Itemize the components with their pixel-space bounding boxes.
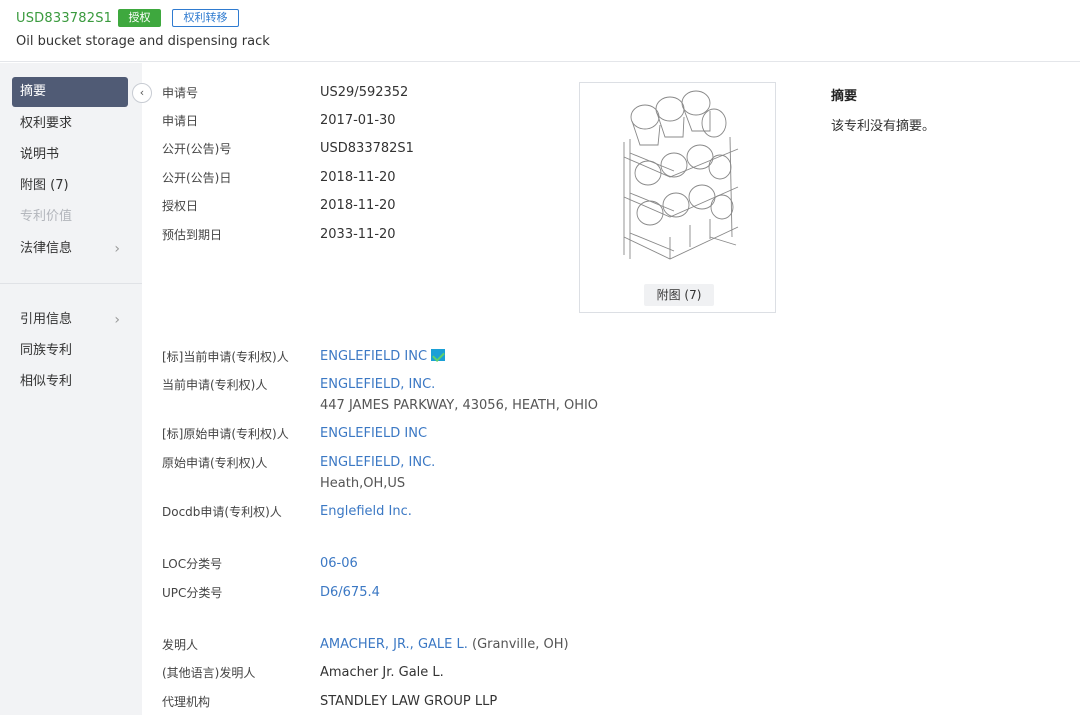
sidebar-item-similar-patents[interactable]: 相似专利 bbox=[12, 367, 128, 397]
other-lang-inventor-label: (其他语言)发明人 bbox=[162, 666, 256, 680]
sidebar-item-patent-value: 专利价值 bbox=[12, 202, 128, 232]
sidebar-nav: 摘要 权利要求 说明书 附图 (7) 专利价值 法律信息 › 引用信息 › 同族专利… bbox=[0, 63, 142, 715]
publication-date-label: 公开(公告)日 bbox=[162, 171, 232, 185]
figure-caption[interactable]: 附图 (7) bbox=[644, 284, 714, 306]
inventor-link[interactable]: AMACHER, JR., GALE L. bbox=[320, 637, 468, 652]
sidebar-item-label: 法律信息 bbox=[20, 241, 73, 256]
patent-header: USD833782S1 授权 权利转移 Oil bucket storage a… bbox=[0, 0, 1080, 62]
original-applicant-link[interactable]: ENGLEFIELD, INC. bbox=[320, 455, 435, 470]
inventor-label: 发明人 bbox=[162, 638, 199, 652]
inventor-row: AMACHER, JR., GALE L. (Granville, OH) bbox=[320, 637, 569, 652]
grant-date-value: 2018-11-20 bbox=[320, 198, 396, 213]
std-current-applicant-link[interactable]: ENGLEFIELD INC bbox=[320, 349, 427, 364]
publication-number-value: USD833782S1 bbox=[320, 141, 414, 156]
current-applicant-address: 447 JAMES PARKWAY, 43056, HEATH, OHIO bbox=[320, 398, 599, 413]
loc-class-label: LOC分类号 bbox=[162, 557, 223, 571]
sidebar-item-legal-info[interactable]: 法律信息 › bbox=[12, 234, 128, 264]
publication-number-label: 公开(公告)号 bbox=[162, 142, 232, 156]
rack-drawing-image bbox=[623, 90, 739, 260]
expiry-date-label: 预估到期日 bbox=[162, 228, 223, 242]
sidebar-item-label: 专利价值 bbox=[20, 209, 73, 224]
sidebar-item-figures[interactable]: 附图 (7) bbox=[12, 171, 128, 201]
chevron-left-icon[interactable]: ‹ bbox=[132, 83, 152, 103]
expiry-date-value: 2033-11-20 bbox=[320, 227, 396, 242]
std-original-applicant-link[interactable]: ENGLEFIELD INC bbox=[320, 426, 427, 441]
sidebar-item-label: 摘要 bbox=[20, 84, 47, 99]
application-number-value: US29/592352 bbox=[320, 85, 409, 100]
sidebar-item-claims[interactable]: 权利要求 bbox=[12, 109, 128, 139]
status-badge-transfer[interactable]: 权利转移 bbox=[172, 9, 239, 27]
std-current-applicant-label: [标]当前申请(专利权)人 bbox=[162, 350, 289, 364]
sidebar-item-label: 附图 (7) bbox=[20, 178, 69, 193]
sidebar-item-abstract[interactable]: 摘要 bbox=[12, 77, 128, 107]
abstract-title: 摘要 bbox=[831, 89, 858, 104]
loc-class-link[interactable]: 06-06 bbox=[320, 556, 358, 571]
original-applicant-label: 原始申请(专利权)人 bbox=[162, 456, 268, 470]
chevron-right-icon: › bbox=[114, 312, 120, 328]
chevron-right-icon: › bbox=[114, 241, 120, 257]
company-flag-icon[interactable] bbox=[431, 349, 446, 361]
application-number-label: 申请号 bbox=[162, 86, 199, 100]
sidebar-item-citation-info[interactable]: 引用信息 › bbox=[12, 305, 128, 335]
inventor-location: (Granville, OH) bbox=[472, 637, 569, 652]
abstract-text: 该专利没有摘要。 bbox=[831, 119, 936, 134]
current-applicant-link[interactable]: ENGLEFIELD, INC. bbox=[320, 377, 435, 392]
application-date-label: 申请日 bbox=[162, 114, 199, 128]
agency-value: STANDLEY LAW GROUP LLP bbox=[320, 694, 498, 709]
std-current-applicant-row: ENGLEFIELD INC bbox=[320, 349, 446, 364]
publication-date-value: 2018-11-20 bbox=[320, 170, 396, 185]
status-badge-granted: 授权 bbox=[118, 9, 161, 27]
original-applicant-address: Heath,OH,US bbox=[320, 476, 406, 491]
sidebar-item-label: 同族专利 bbox=[20, 343, 73, 358]
other-lang-inventor-value: Amacher Jr. Gale L. bbox=[320, 665, 444, 680]
figure-thumbnail[interactable]: 附图 (7) bbox=[579, 82, 776, 313]
sidebar-item-label: 说明书 bbox=[20, 147, 60, 162]
std-original-applicant-label: [标]原始申请(专利权)人 bbox=[162, 427, 289, 441]
sidebar-item-family-patents[interactable]: 同族专利 bbox=[12, 336, 128, 366]
application-date-value: 2017-01-30 bbox=[320, 113, 396, 128]
docdb-applicant-link[interactable]: Englefield Inc. bbox=[320, 504, 412, 519]
patent-title: Oil bucket storage and dispensing rack bbox=[16, 34, 270, 49]
docdb-applicant-label: Docdb申请(专利权)人 bbox=[162, 505, 282, 519]
upc-class-label: UPC分类号 bbox=[162, 586, 223, 600]
grant-date-label: 授权日 bbox=[162, 199, 199, 213]
sidebar-item-label: 权利要求 bbox=[20, 116, 73, 131]
sidebar-item-label: 引用信息 bbox=[20, 312, 73, 327]
agency-label: 代理机构 bbox=[162, 695, 211, 709]
current-applicant-label: 当前申请(专利权)人 bbox=[162, 378, 268, 392]
sidebar-item-label: 相似专利 bbox=[20, 374, 73, 389]
sidebar-divider bbox=[0, 283, 142, 284]
patent-number: USD833782S1 bbox=[16, 11, 113, 26]
sidebar-item-description[interactable]: 说明书 bbox=[12, 140, 128, 170]
upc-class-link[interactable]: D6/675.4 bbox=[320, 585, 380, 600]
